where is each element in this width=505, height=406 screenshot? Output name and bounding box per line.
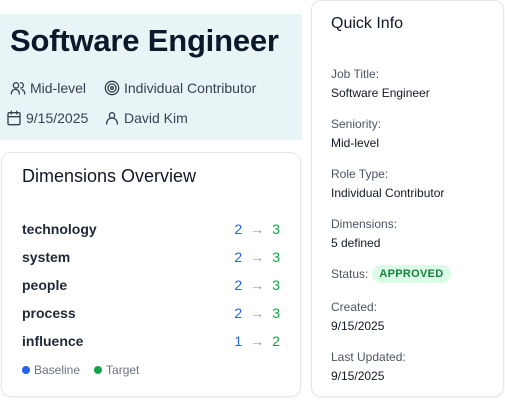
arrow: → (250, 221, 265, 237)
dimension-values: 2 → 3 (234, 305, 280, 321)
dimension-row: influence 1 → 2 (22, 331, 280, 351)
target-value: 3 (272, 305, 280, 321)
baseline-value: 1 (234, 333, 243, 349)
job-title-label: Job Title: (331, 67, 380, 81)
dimension-row: technology 2 → 3 (22, 219, 280, 239)
dimension-values: 2 → 3 (234, 277, 280, 293)
role-type-meta: Individual Contributor (104, 80, 256, 96)
legend: Baseline Target (22, 363, 139, 377)
seniority-label: Seniority: (331, 117, 382, 131)
role-type-value: Individual Contributor (331, 186, 445, 200)
target-value: 3 (272, 249, 280, 265)
dimension-values: 1 → 2 (234, 333, 280, 349)
created-value: 9/15/2025 (331, 319, 385, 333)
legend-baseline: Baseline (34, 363, 81, 377)
dimension-row: people 2 → 3 (22, 275, 280, 295)
status-row: Status: APPROVED (331, 265, 451, 283)
dimension-row: system 2 → 3 (22, 247, 280, 267)
updated-label: Last Updated: (331, 350, 406, 364)
date-meta: 9/15/2025 (6, 110, 88, 126)
target-value: 3 (272, 277, 280, 293)
target-value: 3 (272, 221, 280, 237)
target-value: 2 (272, 333, 280, 349)
author-text: David Kim (124, 110, 188, 126)
arrow: → (250, 277, 265, 293)
updated-value: 9/15/2025 (331, 369, 385, 383)
dimensions-overview-card: Dimensions Overview technology 2 → 3 sys… (1, 152, 301, 397)
dimensions-value: 5 defined (331, 236, 381, 250)
status-label: Status: (331, 267, 369, 281)
dimension-name: system (22, 249, 71, 265)
author-meta: David Kim (104, 110, 188, 126)
role-type-text: Individual Contributor (124, 80, 257, 96)
users-icon (10, 80, 26, 96)
baseline-dot-icon (22, 366, 30, 374)
page-title: Software Engineer (10, 23, 279, 58)
dimension-values: 2 → 3 (234, 221, 280, 237)
quick-info-title: Quick Info (331, 15, 404, 32)
dimensions-title: Dimensions Overview (22, 166, 197, 186)
baseline-value: 2 (234, 277, 243, 293)
baseline-value: 2 (234, 221, 243, 237)
legend-target: Target (106, 363, 140, 377)
level-text: Mid-level (30, 80, 87, 96)
seniority-value: Mid-level (331, 136, 380, 150)
user-icon (104, 110, 120, 126)
target-dot-icon (94, 366, 103, 374)
dimension-values: 2 → 3 (234, 249, 280, 265)
dimension-row: process 2 → 3 (22, 303, 280, 323)
arrow: → (250, 249, 265, 265)
calendar-icon (6, 110, 22, 126)
dimensions-label: Dimensions: (331, 217, 398, 231)
status-badge: APPROVED (372, 265, 451, 283)
arrow: → (250, 333, 265, 349)
created-label: Created: (331, 300, 378, 314)
role-type-label: Role Type: (331, 167, 389, 181)
dimension-name: influence (22, 333, 84, 349)
dimension-name: technology (22, 221, 97, 237)
level-meta: Mid-level (10, 80, 86, 96)
dimension-name: people (22, 277, 68, 293)
target-icon (104, 80, 120, 96)
dimension-name: process (22, 305, 76, 321)
baseline-value: 2 (234, 249, 243, 265)
date-text: 9/15/2025 (26, 110, 89, 126)
quick-info-card: Quick Info Job Title: Software Engineer … (311, 0, 504, 397)
baseline-value: 2 (234, 305, 243, 321)
job-title-value: Software Engineer (331, 86, 430, 100)
arrow: → (250, 305, 265, 321)
